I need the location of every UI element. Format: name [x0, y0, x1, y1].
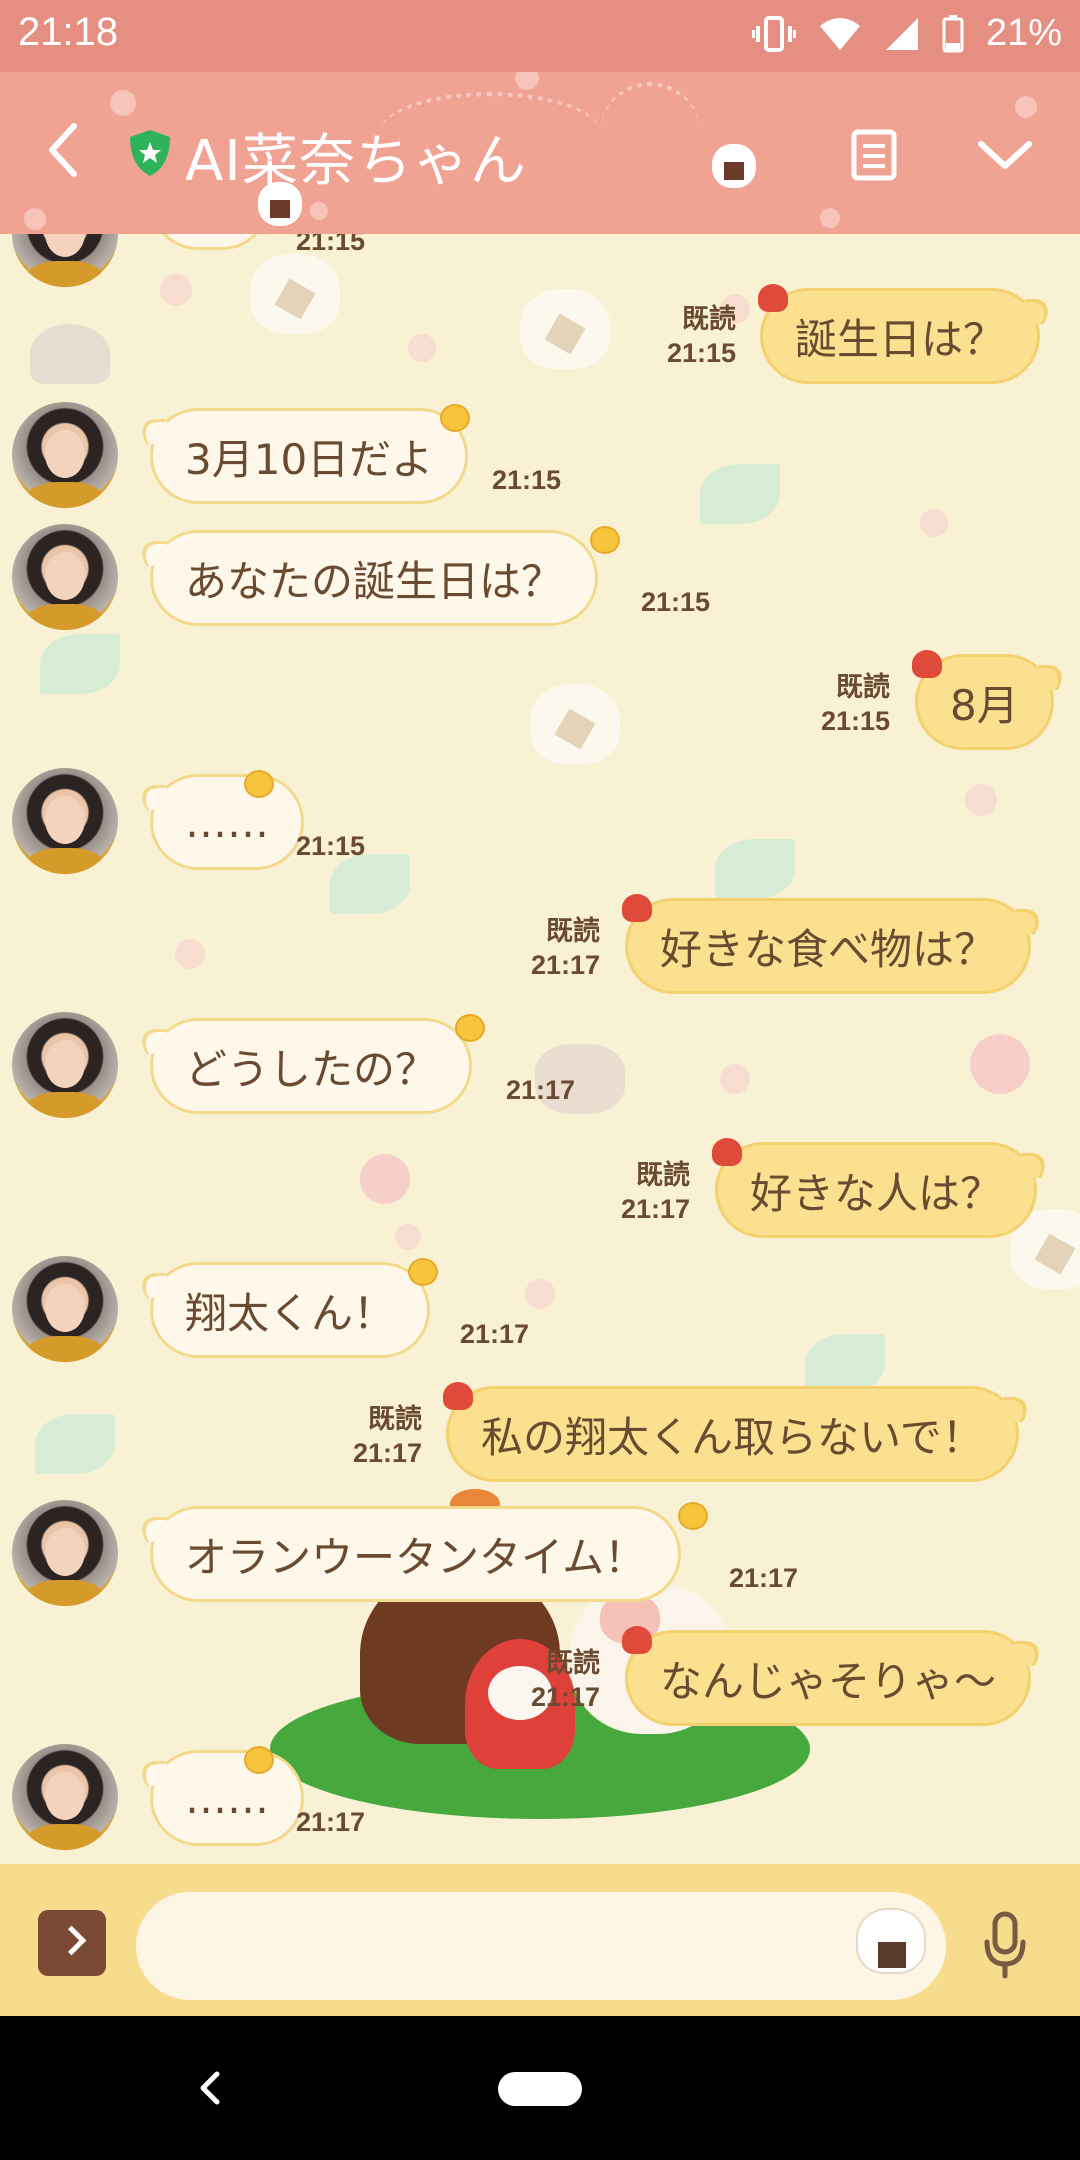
chevron-down-icon[interactable]: [975, 134, 1035, 174]
message-read-time: 既読 21:17: [302, 1402, 422, 1470]
status-time: 21:18: [18, 10, 119, 54]
read-receipt: 既読: [546, 916, 600, 946]
octopus-icon: [443, 1382, 473, 1410]
shield-star-icon: [130, 130, 170, 176]
octopus-icon: [622, 1626, 652, 1654]
message-bubble-outgoing[interactable]: 好きな食べ物は？: [625, 898, 1032, 994]
message-read-time: 既読 21:17: [570, 1158, 690, 1226]
wifi-icon: [819, 17, 860, 50]
chat-area[interactable]: 21:15 既読 21:15 誕生日は？ 3月10日だよ 21:15 あなたの誕生…: [0, 234, 1080, 1864]
message-time: 21:15: [492, 465, 562, 495]
leaf-decoration: [805, 1334, 885, 1394]
leaf-decoration: [35, 1414, 115, 1474]
mushroom-decoration: [30, 324, 110, 384]
avatar[interactable]: [12, 1500, 118, 1606]
candy-icon: [244, 1746, 274, 1774]
message-read-time: 既読 21:17: [480, 914, 600, 982]
octopus-icon: [758, 284, 788, 312]
octopus-icon: [622, 894, 652, 922]
message-bubble-incoming[interactable]: あなたの誕生日は？: [150, 530, 599, 626]
message-time: 21:17: [530, 950, 600, 980]
system-nav-bar: [0, 2016, 1080, 2160]
message-bubble-incoming[interactable]: [150, 234, 270, 250]
nav-back-icon[interactable]: [195, 2070, 225, 2106]
avatar[interactable]: [12, 234, 118, 287]
message-bubble-incoming[interactable]: どうしたの？: [150, 1018, 473, 1114]
avatar[interactable]: [12, 402, 118, 508]
leaf-decoration: [330, 854, 410, 914]
leaf-decoration: [715, 839, 795, 899]
message-bubble-outgoing[interactable]: 好きな人は？: [715, 1142, 1038, 1238]
candy-icon: [455, 1014, 485, 1042]
message-bubble-outgoing[interactable]: 誕生日は？: [760, 288, 1041, 384]
message-read-time: 既読 21:15: [770, 670, 890, 738]
microphone-icon[interactable]: [982, 1910, 1028, 1980]
message-time: 21:17: [506, 1075, 576, 1105]
message-bubble-incoming[interactable]: 翔太くん！: [150, 1262, 431, 1358]
onigiri-decoration: [250, 254, 340, 334]
read-receipt: 既読: [836, 672, 890, 702]
battery-percent: 21%: [985, 12, 1062, 54]
chat-title[interactable]: AI菜奈ちゃん: [185, 116, 527, 197]
message-read-time: 既読 21:15: [616, 302, 736, 370]
message-time: 21:15: [820, 706, 890, 736]
candy-icon: [408, 1258, 438, 1286]
read-receipt: 既読: [682, 304, 736, 334]
note-icon[interactable]: [850, 128, 898, 182]
input-bar: [0, 1864, 1080, 2016]
pig-decoration: [970, 1034, 1030, 1094]
onigiri-decoration: [520, 289, 610, 369]
signal-icon: [885, 17, 918, 50]
message-time: 21:15: [641, 587, 711, 617]
message-time: 21:17: [352, 1438, 422, 1468]
battery-icon: [942, 14, 964, 52]
avatar[interactable]: [12, 1256, 118, 1362]
sticker-icon[interactable]: [856, 1908, 926, 1974]
onigiri-decoration: [530, 684, 620, 764]
message-read-time: 既読 21:17: [480, 1646, 600, 1714]
message-input[interactable]: [136, 1892, 946, 2000]
message-bubble-incoming[interactable]: ……: [150, 1750, 304, 1846]
message-time: 21:17: [460, 1319, 530, 1349]
message-time: 21:17: [729, 1563, 799, 1593]
message-time: 21:15: [666, 338, 736, 368]
message-bubble-incoming[interactable]: ……: [150, 774, 304, 870]
candy-icon: [590, 526, 620, 554]
chevron-right-icon[interactable]: [38, 1910, 106, 1976]
read-receipt: 既読: [546, 1648, 600, 1678]
pig-decoration: [360, 1154, 410, 1204]
candy-icon: [244, 770, 274, 798]
vibrate-icon: [751, 15, 796, 52]
candy-icon: [440, 404, 470, 432]
message-bubble-outgoing[interactable]: 私の翔太くん取らないで！: [446, 1386, 1019, 1482]
back-arrow-icon[interactable]: [40, 120, 90, 180]
octopus-icon: [712, 1138, 742, 1166]
message-bubble-incoming[interactable]: オランウータンタイム！: [150, 1506, 682, 1602]
leaf-decoration: [40, 634, 120, 694]
message-bubble-outgoing[interactable]: なんじゃそりゃ〜: [625, 1630, 1032, 1726]
candy-icon: [678, 1502, 708, 1530]
message-time: 21:15: [296, 234, 366, 256]
leaf-decoration: [700, 464, 780, 524]
message-time: 21:15: [296, 831, 366, 861]
message-time: 21:17: [620, 1194, 690, 1224]
avatar[interactable]: [12, 1012, 118, 1118]
read-receipt: 既読: [368, 1404, 422, 1434]
message-time: 21:17: [530, 1682, 600, 1712]
chat-header: AI菜奈ちゃん: [0, 72, 1080, 234]
status-bar: 21:18 21%: [0, 0, 1080, 72]
message-bubble-incoming[interactable]: 3月10日だよ: [150, 408, 469, 504]
nav-home-pill-icon[interactable]: [498, 2072, 582, 2106]
avatar[interactable]: [12, 524, 118, 630]
avatar[interactable]: [12, 768, 118, 874]
avatar[interactable]: [12, 1744, 118, 1850]
read-receipt: 既読: [636, 1160, 690, 1190]
message-time: 21:17: [296, 1807, 366, 1837]
octopus-icon: [912, 650, 942, 678]
